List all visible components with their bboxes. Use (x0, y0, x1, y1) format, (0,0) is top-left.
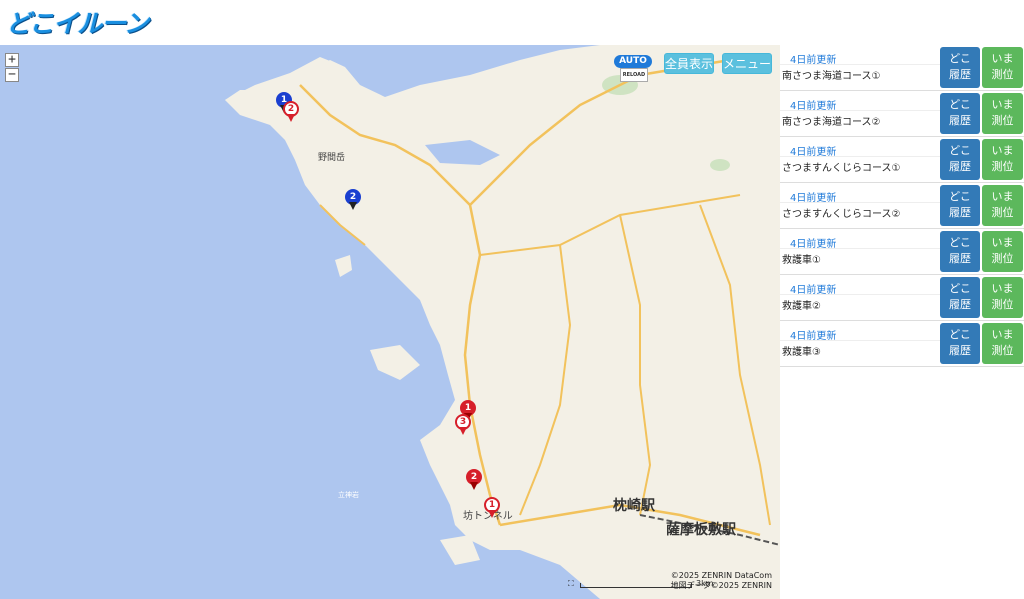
locate-label-1: いま (991, 328, 1014, 341)
place-label-cape: 立神岩 (338, 491, 359, 499)
row-name: 救護車③ (782, 347, 821, 358)
history-label-1: どこ (949, 236, 971, 249)
history-button[interactable]: どこ 履歴 (940, 139, 980, 180)
app-logo[interactable]: どこイルーン (6, 4, 149, 40)
locate-label-1: いま (991, 144, 1014, 157)
copyright-line-1: ©2025 ZENRIN DataCom (670, 571, 772, 580)
history-label-2: 履歴 (949, 344, 971, 357)
device-row: 4日前更新 さつますんくじらコース② どこ 履歴 いま 測位 (780, 183, 1024, 229)
history-button[interactable]: どこ 履歴 (940, 47, 980, 88)
locate-label-2: 測位 (991, 160, 1014, 173)
row-name: 救護車① (782, 255, 821, 266)
locate-label-1: いま (991, 98, 1014, 111)
locate-now-button[interactable]: いま 測位 (982, 47, 1023, 88)
pin-tip-icon (287, 114, 295, 122)
map-marker[interactable]: 1 (484, 497, 500, 519)
row-divider (780, 110, 940, 111)
history-button[interactable]: どこ 履歴 (940, 231, 980, 272)
row-divider (780, 294, 940, 295)
history-button[interactable]: どこ 履歴 (940, 185, 980, 226)
device-row: 4日前更新 南さつま海道コース① どこ 履歴 いま 測位 (780, 45, 1024, 91)
row-divider (780, 340, 940, 341)
row-name: さつますんくじらコース① (782, 163, 901, 174)
scale-icon: ⛶ (568, 579, 574, 588)
history-label-2: 履歴 (949, 114, 971, 127)
map-marker[interactable]: 3 (455, 414, 471, 436)
history-label-2: 履歴 (949, 298, 971, 311)
locate-now-button[interactable]: いま 測位 (982, 323, 1023, 364)
locate-label-2: 測位 (991, 68, 1014, 81)
history-label-2: 履歴 (949, 206, 971, 219)
map-scale: ⛶ 3km (568, 579, 714, 589)
device-row: 4日前更新 救護車③ どこ 履歴 いま 測位 (780, 321, 1024, 367)
locate-label-1: いま (991, 282, 1014, 295)
history-label-1: どこ (949, 98, 971, 111)
zoom-out-button[interactable]: − (5, 68, 19, 82)
history-label-1: どこ (949, 144, 971, 157)
row-divider (780, 202, 940, 203)
history-button[interactable]: どこ 履歴 (940, 323, 980, 364)
auto-reload-button[interactable]: AUTO RELOAD (614, 55, 652, 82)
locate-now-button[interactable]: いま 測位 (982, 139, 1023, 180)
map-canvas[interactable] (0, 45, 780, 599)
history-button[interactable]: どこ 履歴 (940, 93, 980, 134)
row-name: 南さつま海道コース① (782, 71, 881, 82)
place-label-mountain: 野間岳 (318, 153, 346, 163)
locate-label-1: いま (991, 236, 1014, 249)
pin-tip-icon (488, 510, 496, 518)
locate-now-button[interactable]: いま 測位 (982, 277, 1023, 318)
map-marker[interactable]: 2 (283, 101, 299, 123)
app-header: どこイルーン (0, 0, 1024, 46)
station-label-makurazaki: 枕崎駅 (613, 498, 655, 514)
row-name: 南さつま海道コース② (782, 117, 881, 128)
device-row: 4日前更新 救護車② どこ 履歴 いま 測位 (780, 275, 1024, 321)
locate-label-1: いま (991, 190, 1014, 203)
history-label-1: どこ (949, 190, 971, 203)
locate-label-2: 測位 (991, 252, 1014, 265)
copyright-line-2: 地図データ©2025 ZENRIN (670, 581, 772, 590)
pin-tip-icon (470, 482, 478, 490)
history-label-1: どこ (949, 282, 971, 295)
history-label-2: 履歴 (949, 252, 971, 265)
device-list-panel: 4日前更新 南さつま海道コース① どこ 履歴 いま 測位 4日前更新 南さつま海道コ… (780, 45, 1024, 599)
device-row: 4日前更新 南さつま海道コース② どこ 履歴 いま 測位 (780, 91, 1024, 137)
locate-now-button[interactable]: いま 測位 (982, 93, 1023, 134)
locate-label-2: 測位 (991, 298, 1014, 311)
map-copyright: ©2025 ZENRIN DataCom 地図データ©2025 ZENRIN (671, 571, 772, 591)
row-divider (780, 156, 940, 157)
history-label-2: 履歴 (949, 160, 971, 173)
pin-tip-icon (459, 427, 467, 435)
station-label-satsumaitashiki: 薩摩板敷駅 (666, 522, 736, 538)
locate-label-2: 測位 (991, 344, 1014, 357)
map-marker[interactable]: 2 (466, 469, 482, 491)
zoom-in-button[interactable]: + (5, 53, 19, 67)
menu-button[interactable]: メニュー (722, 53, 772, 74)
pin-tip-icon (349, 202, 357, 210)
device-row: 4日前更新 救護車① どこ 履歴 いま 測位 (780, 229, 1024, 275)
locate-now-button[interactable]: いま 測位 (982, 185, 1023, 226)
show-all-button[interactable]: 全員表示 (664, 53, 714, 74)
locate-label-2: 測位 (991, 114, 1014, 127)
history-button[interactable]: どこ 履歴 (940, 277, 980, 318)
map-view[interactable]: + − AUTO RELOAD 全員表示 メニュー 野間岳 坊トンネル 立神岩 … (0, 45, 780, 599)
device-row: 4日前更新 さつますんくじらコース① どこ 履歴 いま 測位 (780, 137, 1024, 183)
row-divider (780, 248, 940, 249)
locate-label-2: 測位 (991, 206, 1014, 219)
reload-label: RELOAD (620, 68, 648, 82)
history-label-2: 履歴 (949, 68, 971, 81)
history-label-1: どこ (949, 52, 971, 65)
map-marker[interactable]: 2 (345, 189, 361, 211)
row-name: 救護車② (782, 301, 821, 312)
history-label-1: どこ (949, 328, 971, 341)
locate-label-1: いま (991, 52, 1014, 65)
row-divider (780, 64, 940, 65)
row-name: さつますんくじらコース② (782, 209, 901, 220)
auto-label: AUTO (614, 55, 652, 68)
locate-now-button[interactable]: いま 測位 (982, 231, 1023, 272)
